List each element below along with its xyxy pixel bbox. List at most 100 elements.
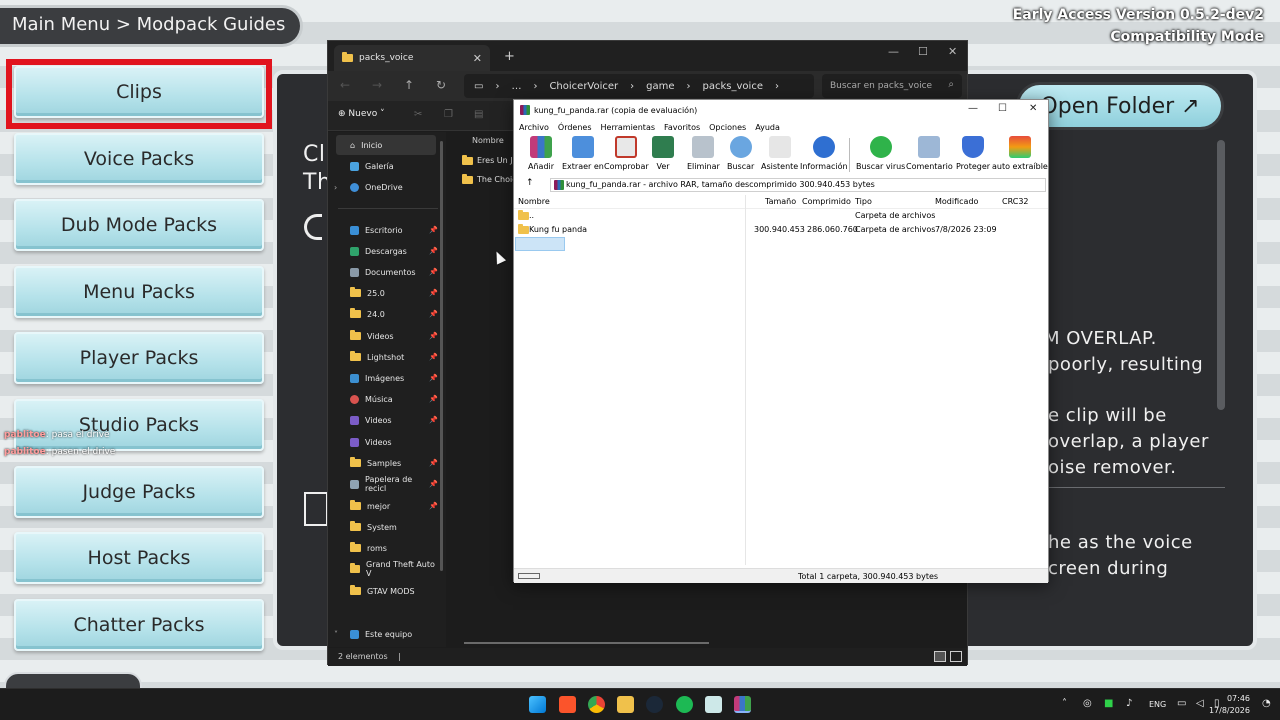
sidebar-item-videos[interactable]: Videos (336, 432, 436, 452)
sidebar-item-gta-v[interactable]: Grand Theft Auto V (336, 559, 436, 579)
minimize-icon[interactable]: — (888, 45, 899, 58)
tiles-view-icon[interactable] (950, 651, 962, 662)
sidebar-scrollbar[interactable] (440, 141, 443, 571)
maximize-icon[interactable]: ☐ (918, 45, 928, 58)
steam-icon[interactable] (646, 696, 663, 713)
sidebar-item-lightshot[interactable]: Lightshot 📌 (336, 347, 438, 367)
search-input[interactable]: Buscar en packs_voice ⌕ (822, 74, 962, 98)
forward-arrow-icon[interactable]: → (372, 78, 382, 92)
chevron-down-icon[interactable]: ˅ (334, 630, 338, 639)
sidebar-item-videos[interactable]: Videos 📌 (336, 326, 438, 346)
chevron-up-icon[interactable]: ˄ (1062, 698, 1067, 709)
chevron-right-icon[interactable]: › (334, 183, 337, 192)
find-button[interactable]: Buscar (727, 136, 754, 171)
sidebar-item-videos[interactable]: Videos 📌 (336, 410, 438, 430)
comment-button[interactable]: Comentario (906, 136, 953, 171)
back-arrow-icon[interactable]: ← (340, 78, 350, 92)
delete-button[interactable]: Eliminar (687, 136, 720, 171)
column-header-name[interactable]: Nombre (518, 197, 550, 206)
winrar-taskbar-icon[interactable] (734, 696, 751, 713)
menu-clips-button[interactable]: Clips (14, 66, 264, 118)
sidebar-item-papelera[interactable]: Papelera de recicl 📌 (336, 474, 438, 494)
column-header-crc[interactable]: CRC32 (1002, 197, 1029, 206)
paste-icon[interactable]: ▤ (474, 109, 483, 120)
menu-dub-mode-packs-button[interactable]: Dub Mode Packs (14, 199, 264, 251)
view-button[interactable]: Ver (652, 136, 674, 171)
sidebar-item-este-equipo[interactable]: ˅ Este equipo (334, 624, 436, 644)
file-explorer-icon[interactable] (617, 696, 634, 713)
sidebar-item-onedrive[interactable]: › OneDrive (334, 177, 436, 197)
add-button[interactable]: Añadir (528, 136, 554, 171)
menu-judge-packs-button[interactable]: Judge Packs (14, 466, 264, 518)
sidebar-item-galeria[interactable]: Galería (336, 156, 436, 176)
notification-bell-icon[interactable]: ◔ (1262, 698, 1271, 709)
sfx-button[interactable]: auto extraíble (992, 136, 1048, 171)
table-row[interactable]: Kung fu panda 300.940.453 286.060.760 Ca… (514, 224, 1048, 237)
address-bar[interactable]: ▭ › … › ChoicerVoicer › game › packs_voi… (464, 74, 814, 98)
menu-herramientas[interactable]: Herramientas (601, 123, 656, 132)
explorer-tab[interactable]: packs_voice ✕ (334, 45, 490, 71)
clock[interactable]: 07:46 17/8/2026 (1209, 693, 1250, 717)
list-item[interactable]: Eres Un Ju (462, 154, 518, 165)
headset-icon[interactable]: ◎ (1083, 698, 1092, 709)
new-button[interactable]: ⊕ Nuevo ˅ (338, 109, 385, 119)
sidebar-item-escritorio[interactable]: Escritorio 📌 (336, 220, 438, 240)
breadcrumb-item[interactable]: ChoicerVoicer (549, 81, 618, 92)
maximize-icon[interactable]: ☐ (998, 103, 1007, 114)
language-indicator[interactable]: ENG (1149, 700, 1166, 709)
column-header-type[interactable]: Tipo (855, 197, 872, 206)
minimize-icon[interactable]: — (968, 103, 978, 114)
menu-ordenes[interactable]: Órdenes (558, 123, 592, 132)
menu-favoritos[interactable]: Favoritos (664, 123, 700, 132)
sidebar-item-inicio[interactable]: ⌂ Inicio (336, 135, 436, 155)
menu-chatter-packs-button[interactable]: Chatter Packs (14, 599, 264, 651)
menu-studio-packs-button[interactable]: Studio Packs (14, 399, 264, 451)
panel-scrollbar[interactable] (1217, 140, 1225, 410)
virus-scan-button[interactable]: Buscar virus (856, 136, 905, 171)
brave-browser-icon[interactable] (559, 696, 576, 713)
close-window-icon[interactable]: ✕ (1029, 103, 1037, 114)
up-arrow-icon[interactable]: ↑ (404, 78, 414, 92)
list-item[interactable]: The Choic (462, 173, 517, 184)
table-row[interactable]: .. Carpeta de archivos (514, 210, 1048, 223)
sidebar-item-system[interactable]: System (336, 517, 436, 537)
sidebar-item-imagenes[interactable]: Imágenes 📌 (336, 368, 438, 388)
sidebar-item-24[interactable]: 24.0 📌 (336, 304, 438, 324)
chrome-icon[interactable] (588, 696, 605, 713)
refresh-icon[interactable]: ↻ (436, 78, 446, 92)
column-header-size[interactable]: Tamaño (765, 197, 796, 206)
close-tab-icon[interactable]: ✕ (473, 52, 482, 65)
menu-player-packs-button[interactable]: Player Packs (14, 332, 264, 384)
game-app-icon[interactable] (705, 696, 722, 713)
menu-ayuda[interactable]: Ayuda (755, 123, 780, 132)
network-icon[interactable]: ▭ (1177, 698, 1186, 709)
spotify-icon[interactable] (676, 696, 693, 713)
menu-menu-packs-button[interactable]: Menu Packs (14, 266, 264, 318)
sidebar-item-musica[interactable]: Música 📌 (336, 389, 438, 409)
details-view-icon[interactable] (934, 651, 946, 662)
nvidia-icon[interactable]: ■ (1104, 698, 1113, 709)
breadcrumb-item[interactable]: packs_voice (703, 81, 763, 92)
microphone-icon[interactable]: ♪ (1126, 698, 1132, 709)
sidebar-item-samples[interactable]: Samples 📌 (336, 453, 438, 473)
start-icon[interactable] (529, 696, 546, 713)
copy-icon[interactable]: ❐ (444, 109, 453, 120)
test-button[interactable]: Comprobar (604, 136, 649, 171)
sidebar-item-mejor[interactable]: mejor 📌 (336, 496, 438, 516)
sidebar-item-25[interactable]: 25.0 📌 (336, 283, 438, 303)
cut-icon[interactable]: ✂ (414, 109, 422, 120)
up-arrow-icon[interactable]: ↑ (526, 178, 534, 188)
column-header-packed[interactable]: Comprimido (802, 197, 851, 206)
sidebar-item-gtav-mods[interactable]: GTAV MODS (336, 581, 436, 601)
breadcrumb-item[interactable]: game (646, 81, 674, 92)
column-header-modified[interactable]: Modificado (935, 197, 978, 206)
extract-button[interactable]: Extraer en (562, 136, 604, 171)
column-header-name[interactable]: Nombre (472, 136, 504, 145)
horizontal-scrollbar[interactable] (464, 642, 709, 644)
new-tab-icon[interactable]: + (504, 49, 515, 64)
close-window-icon[interactable]: ✕ (948, 45, 957, 58)
wizard-button[interactable]: Asistente (761, 136, 798, 171)
sidebar-item-documentos[interactable]: Documentos 📌 (336, 262, 438, 282)
menu-host-packs-button[interactable]: Host Packs (14, 532, 264, 584)
info-button[interactable]: Información (800, 136, 848, 171)
